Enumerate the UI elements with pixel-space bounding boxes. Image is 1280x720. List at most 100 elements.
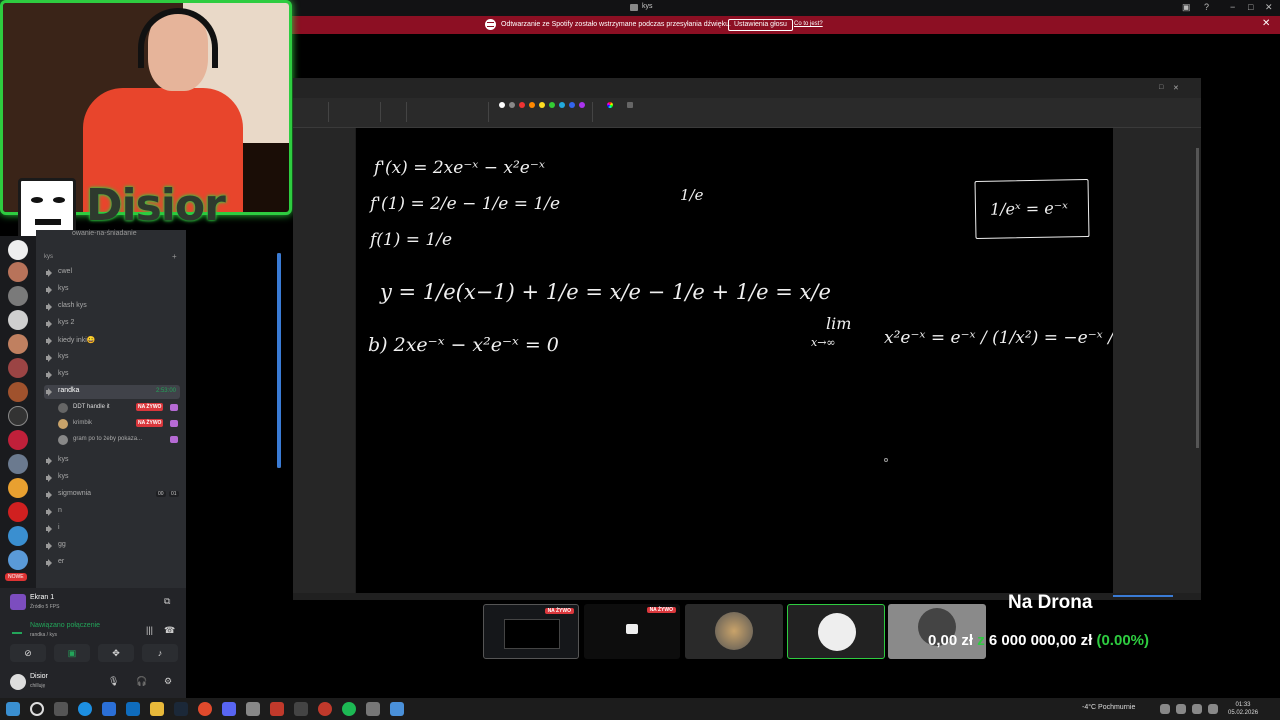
user-avatar[interactable]: [10, 674, 26, 690]
server-icon[interactable]: [8, 262, 28, 282]
voice-channel[interactable]: sigmownia 00 01: [44, 488, 180, 502]
tools-group[interactable]: [383, 102, 407, 122]
voice-channel[interactable]: er: [44, 556, 180, 570]
activities-button[interactable]: ✥: [98, 644, 134, 662]
stream-thumbnail-speaking[interactable]: [787, 604, 885, 659]
tray-icon[interactable]: [1160, 704, 1170, 714]
paint-close-icon[interactable]: ✕: [1173, 84, 1179, 92]
discord-icon[interactable]: [222, 702, 236, 716]
obs-icon[interactable]: [294, 702, 308, 716]
settings-icon[interactable]: [366, 702, 380, 716]
server-icon[interactable]: [8, 358, 28, 378]
color-swatch[interactable]: [569, 102, 575, 108]
voice-channel[interactable]: clash kys: [44, 300, 180, 314]
server-icon[interactable]: [8, 382, 28, 402]
shapes-group[interactable]: [409, 102, 489, 122]
app-icon[interactable]: [318, 702, 332, 716]
stream-thumbnail[interactable]: NA ŻYWO: [584, 604, 680, 659]
drawing-canvas[interactable]: f'(x) = 2xe⁻ˣ − x²e⁻ˣ f'(1) = 2/e − 1/e …: [356, 128, 1180, 593]
weather-widget[interactable]: -4°C Pochmurnie: [1082, 704, 1135, 711]
task-view-icon[interactable]: [54, 702, 68, 716]
chrome-icon[interactable]: [198, 702, 212, 716]
clipboard-group[interactable]: [297, 102, 329, 122]
color-swatch[interactable]: [529, 102, 535, 108]
voice-channel[interactable]: i: [44, 522, 180, 536]
close-button[interactable]: ✕: [1265, 2, 1273, 13]
voice-channel[interactable]: kiedy inki😀: [44, 334, 180, 348]
voice-channel[interactable]: cwel: [44, 266, 180, 280]
voice-channel[interactable]: kys: [44, 283, 180, 297]
color-swatch[interactable]: [539, 102, 545, 108]
vertical-scrollbar[interactable]: [1196, 148, 1199, 448]
image-group[interactable]: [331, 102, 381, 122]
voice-channel[interactable]: kys 2: [44, 317, 180, 331]
voice-settings-button[interactable]: Ustawienia głosu: [728, 19, 793, 31]
voice-channel-active[interactable]: randka 2:53:00: [44, 385, 180, 399]
camera-off-button[interactable]: ⊘: [10, 644, 46, 662]
color-swatch[interactable]: [519, 102, 525, 108]
maximize-button[interactable]: □: [1248, 2, 1253, 12]
server-icon[interactable]: [8, 478, 28, 498]
what-is-this-link[interactable]: Co to jest?: [794, 21, 823, 27]
voice-channel[interactable]: kys: [44, 471, 180, 485]
app-icon[interactable]: [246, 702, 260, 716]
color-swatch[interactable]: [549, 102, 555, 108]
voice-user[interactable]: krimbik NA ŻYWO: [58, 417, 180, 431]
server-icon[interactable]: [8, 550, 28, 570]
settings-gear-icon[interactable]: ⚙: [164, 676, 172, 687]
microphone-icon[interactable]: 🎙: [108, 676, 119, 687]
stream-thumbnail[interactable]: [685, 604, 783, 659]
color-swatch[interactable]: [509, 102, 515, 108]
server-icon[interactable]: [8, 334, 28, 354]
voice-user[interactable]: gram po to żeby pokaza...: [58, 433, 180, 447]
system-clock[interactable]: 01:33 05.02.2026: [1228, 701, 1258, 717]
store-icon[interactable]: [102, 702, 116, 716]
server-icon[interactable]: [8, 286, 28, 306]
soundboard-button[interactable]: ♪: [142, 644, 178, 662]
voice-channel[interactable]: kys: [44, 454, 180, 468]
voice-channel[interactable]: n: [44, 505, 180, 519]
battery-icon[interactable]: [1208, 704, 1218, 714]
screen-share-button[interactable]: ▣: [54, 644, 90, 662]
minimize-button[interactable]: −: [1230, 2, 1235, 12]
color-swatch[interactable]: [499, 102, 505, 108]
layers-icon[interactable]: [627, 102, 633, 108]
zoom-slider[interactable]: [277, 253, 281, 468]
disconnect-icon[interactable]: ☎: [164, 625, 175, 636]
color-swatch[interactable]: [579, 102, 585, 108]
start-icon[interactable]: [6, 702, 20, 716]
paint-icon[interactable]: [390, 702, 404, 716]
server-icon[interactable]: [8, 526, 28, 546]
server-icon[interactable]: [8, 454, 28, 474]
connection-channel[interactable]: randka / kys: [30, 632, 57, 638]
server-icon[interactable]: [8, 430, 28, 450]
help-icon[interactable]: ?: [1204, 2, 1209, 12]
explorer-icon[interactable]: [150, 702, 164, 716]
search-icon[interactable]: [30, 702, 44, 716]
server-icon[interactable]: [8, 502, 28, 522]
headphones-icon[interactable]: 🎧: [136, 676, 147, 687]
banner-close-icon[interactable]: ✕: [1262, 18, 1270, 29]
voice-channel[interactable]: gg: [44, 539, 180, 553]
app-icon[interactable]: [270, 702, 284, 716]
noise-suppression-icon[interactable]: |||: [146, 625, 153, 635]
paint-maximize-icon[interactable]: □: [1159, 84, 1163, 91]
spotify-icon[interactable]: [342, 702, 356, 716]
voice-channel[interactable]: kys: [44, 351, 180, 365]
stream-thumbnail[interactable]: NA ŻYWO: [483, 604, 579, 659]
color-picker-icon[interactable]: [607, 102, 613, 108]
add-channel-icon[interactable]: +: [172, 252, 177, 261]
edge-icon[interactable]: [78, 702, 92, 716]
color-swatch[interactable]: [559, 102, 565, 108]
server-icon[interactable]: [8, 406, 28, 426]
server-icon[interactable]: [8, 310, 28, 330]
zoom-control[interactable]: [1113, 595, 1173, 597]
steam-icon[interactable]: [174, 702, 188, 716]
inbox-icon[interactable]: ▣: [1182, 2, 1191, 13]
popout-icon[interactable]: ⧉: [164, 596, 170, 607]
network-icon[interactable]: [1176, 704, 1186, 714]
outlook-icon[interactable]: [126, 702, 140, 716]
voice-channel[interactable]: kys: [44, 368, 180, 382]
voice-user[interactable]: DDT handle it NA ŻYWO: [58, 401, 180, 415]
server-icon[interactable]: [8, 240, 28, 260]
